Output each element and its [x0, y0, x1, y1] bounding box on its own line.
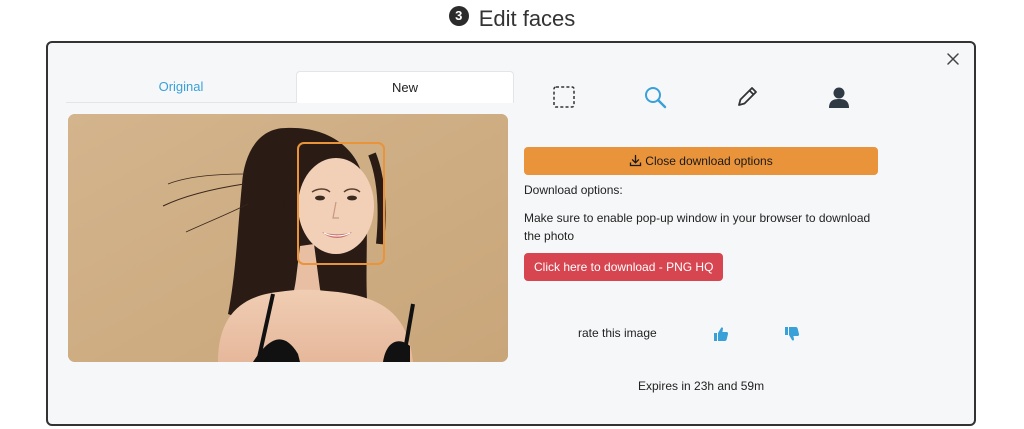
view-tabs: Original New — [66, 71, 514, 103]
download-options: Close download options Download options:… — [524, 147, 878, 281]
download-png-hq-button[interactable]: Click here to download - PNG HQ — [524, 253, 724, 281]
download-icon — [630, 155, 642, 167]
close-icon[interactable] — [946, 52, 960, 66]
rate-label: rate this image — [578, 326, 657, 340]
close-download-options-button[interactable]: Close download options — [524, 147, 878, 175]
expiry-text: Expires in 23h and 59m — [638, 379, 765, 393]
step-title: Edit faces — [478, 6, 576, 31]
close-download-options-label: Close download options — [645, 154, 773, 168]
edit-faces-panel: Original New Close download options Down… — [46, 41, 976, 426]
person-icon[interactable] — [825, 83, 853, 111]
thumbs-down-icon[interactable] — [784, 326, 800, 342]
selection-rect-icon[interactable] — [550, 83, 578, 111]
popup-note: Make sure to enable pop-up window in you… — [524, 211, 871, 243]
portrait-image — [68, 114, 508, 362]
tab-new[interactable]: New — [296, 71, 514, 103]
tool-bar — [548, 83, 868, 113]
step-header: 3 Edit faces — [0, 6, 1024, 32]
search-icon[interactable] — [641, 83, 669, 111]
download-options-label: Download options: — [524, 183, 623, 197]
thumbs-up-icon[interactable] — [713, 326, 729, 342]
step-number-badge: 3 — [448, 6, 469, 26]
face-photo — [68, 114, 508, 362]
pencil-icon[interactable] — [733, 83, 761, 111]
tab-original[interactable]: Original — [66, 71, 296, 103]
